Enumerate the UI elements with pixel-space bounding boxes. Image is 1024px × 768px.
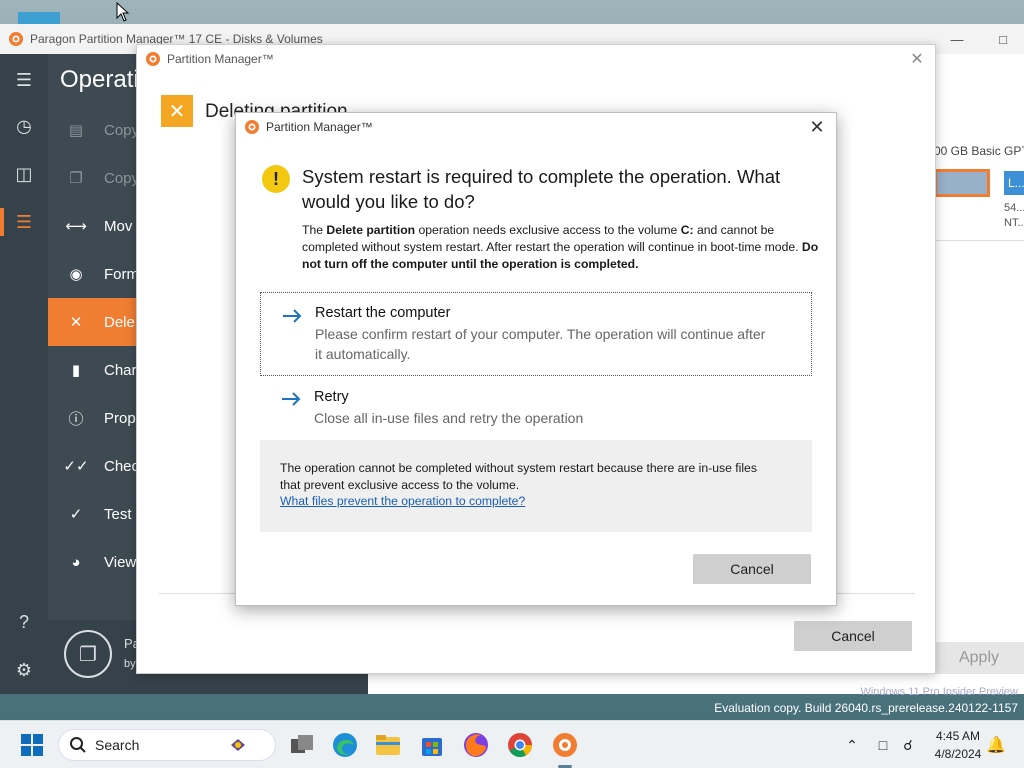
task-view-icon[interactable]: [288, 731, 316, 759]
partitions-stack-icon[interactable]: ☰: [12, 210, 36, 234]
arrow-right-icon: [282, 392, 301, 406]
wizard-cancel-button[interactable]: Cancel: [794, 621, 912, 651]
sidebar-item-label: Mov: [104, 217, 133, 235]
selected-partition-block[interactable]: [934, 169, 990, 197]
disks-icon[interactable]: ◫: [12, 162, 36, 186]
maximize-icon[interactable]: □: [980, 24, 1024, 54]
search-highlight-icon: [231, 739, 245, 751]
partition-filesystem: NT...: [1004, 217, 1024, 229]
delete-x-icon: ✕: [69, 314, 83, 331]
sidebar-item-label: Char: [104, 361, 137, 379]
close-icon[interactable]: ✕: [804, 115, 830, 139]
minimize-icon[interactable]: —: [934, 24, 980, 54]
arrow-right-icon: [283, 309, 302, 323]
paragon-partition-manager-icon[interactable]: [551, 731, 579, 759]
os-copy-icon: ▤: [68, 122, 84, 139]
retry-option[interactable]: Retry Close all in-use files and retry t…: [260, 379, 812, 433]
windows-start-icon[interactable]: [20, 733, 44, 757]
sidebar-item-label: Chec: [104, 457, 140, 475]
chrome-icon[interactable]: [506, 731, 534, 759]
sidebar-item-label: Copy: [104, 169, 140, 187]
rail-active-indicator: [0, 208, 4, 236]
label-icon: ▮: [71, 362, 81, 379]
mouse-cursor-icon: [116, 2, 130, 22]
os-edition-watermark: Windows 11 Pro Insider Preview: [860, 686, 1018, 698]
sidebar-item-label: Form: [104, 265, 139, 283]
disk-label: 00 GB Basic GPT: [934, 144, 1024, 158]
info-icon: ⓘ: [68, 410, 84, 428]
divider: [934, 240, 1024, 241]
partition-block[interactable]: L...: [1004, 171, 1024, 195]
history-clock-icon[interactable]: ◷: [12, 114, 36, 138]
option-description: Please confirm restart of your computer.…: [315, 326, 766, 362]
copy-icon: ❐: [69, 170, 83, 187]
wizard-titlebar: Partition Manager™ ✕: [137, 45, 935, 73]
chevron-up-icon[interactable]: ⌃: [842, 735, 862, 755]
paragon-logo-icon: [146, 52, 160, 66]
desktop-icon[interactable]: [18, 12, 60, 24]
in-use-files-link[interactable]: What files prevent the operation to comp…: [280, 494, 525, 508]
footer-vendor: by: [124, 658, 136, 670]
sidebar-item-label: View: [104, 553, 137, 571]
wizard-title: Partition Manager™: [167, 52, 274, 66]
dialog-message: The Delete partition operation needs exc…: [302, 223, 819, 271]
restart-computer-option[interactable]: Restart the computer Please confirm rest…: [260, 292, 812, 376]
move-arrows-icon: ⟷: [65, 218, 87, 235]
file-explorer-icon[interactable]: [374, 731, 402, 759]
info-text: The operation cannot be completed withou…: [280, 461, 757, 492]
dialog-titlebar: Partition Manager™ ✕: [236, 113, 836, 141]
warning-icon: !: [262, 165, 290, 193]
taskbar-search-box[interactable]: Search: [58, 729, 276, 761]
option-title: Restart the computer: [315, 305, 451, 321]
sidebar-item-label: Copy: [104, 121, 140, 139]
taskbar-clock-date[interactable]: 4/8/2024: [926, 747, 990, 761]
sidebar-heading: Operati: [60, 66, 139, 93]
nav-rail: ☰ ◷ ◫ ☰ ? ⚙: [0, 54, 48, 694]
notification-bell-icon[interactable]: 🔔: [986, 735, 1006, 755]
microsoft-store-icon[interactable]: [418, 731, 446, 759]
search-placeholder: Search: [95, 737, 140, 753]
partition-size: 54...: [1004, 202, 1024, 214]
apply-button[interactable]: Apply: [934, 642, 1024, 674]
taskbar: Search ⌃ □ ☌ 4:45 AM 4/8/2024 🔔: [0, 720, 1024, 768]
view-icon: ◕: [71, 553, 81, 571]
sidebar-item-label: Dele: [104, 313, 135, 331]
build-watermark: Evaluation copy. Build 26040.rs_prerelea…: [714, 701, 1018, 715]
check-icon: ✓: [69, 506, 83, 523]
volume-mute-icon[interactable]: ☌: [898, 735, 918, 755]
partition-short-label: L...: [1008, 176, 1024, 190]
restart-required-dialog: Partition Manager™ ✕ ! System restart is…: [235, 112, 837, 606]
settings-gear-icon[interactable]: ⚙: [12, 658, 36, 682]
dialog-heading: System restart is required to complete t…: [302, 166, 781, 212]
search-icon: [70, 737, 86, 753]
check-double-icon: ✓✓: [63, 458, 89, 475]
paragon-logo-icon: [9, 32, 23, 46]
dialog-title: Partition Manager™: [266, 120, 373, 134]
edge-browser-icon[interactable]: [331, 731, 359, 759]
firefox-icon[interactable]: [462, 731, 490, 759]
dialog-cancel-button[interactable]: Cancel: [693, 554, 811, 584]
delete-x-icon: ✕: [161, 95, 193, 127]
close-icon[interactable]: ✕: [907, 49, 927, 69]
taskbar-clock-time[interactable]: 4:45 AM: [930, 729, 986, 743]
option-title: Retry: [314, 389, 349, 405]
sidebar-item-label: Prop: [104, 409, 136, 427]
network-icon[interactable]: □: [873, 735, 893, 755]
help-question-icon[interactable]: ?: [12, 610, 36, 634]
product-badge-icon: ❐: [64, 630, 112, 678]
hamburger-menu-icon[interactable]: ☰: [12, 68, 36, 92]
option-description: Close all in-use files and retry the ope…: [314, 410, 584, 426]
paragon-logo-icon: [245, 120, 259, 134]
info-panel: The operation cannot be completed withou…: [260, 440, 812, 532]
format-icon: ◉: [69, 266, 83, 283]
